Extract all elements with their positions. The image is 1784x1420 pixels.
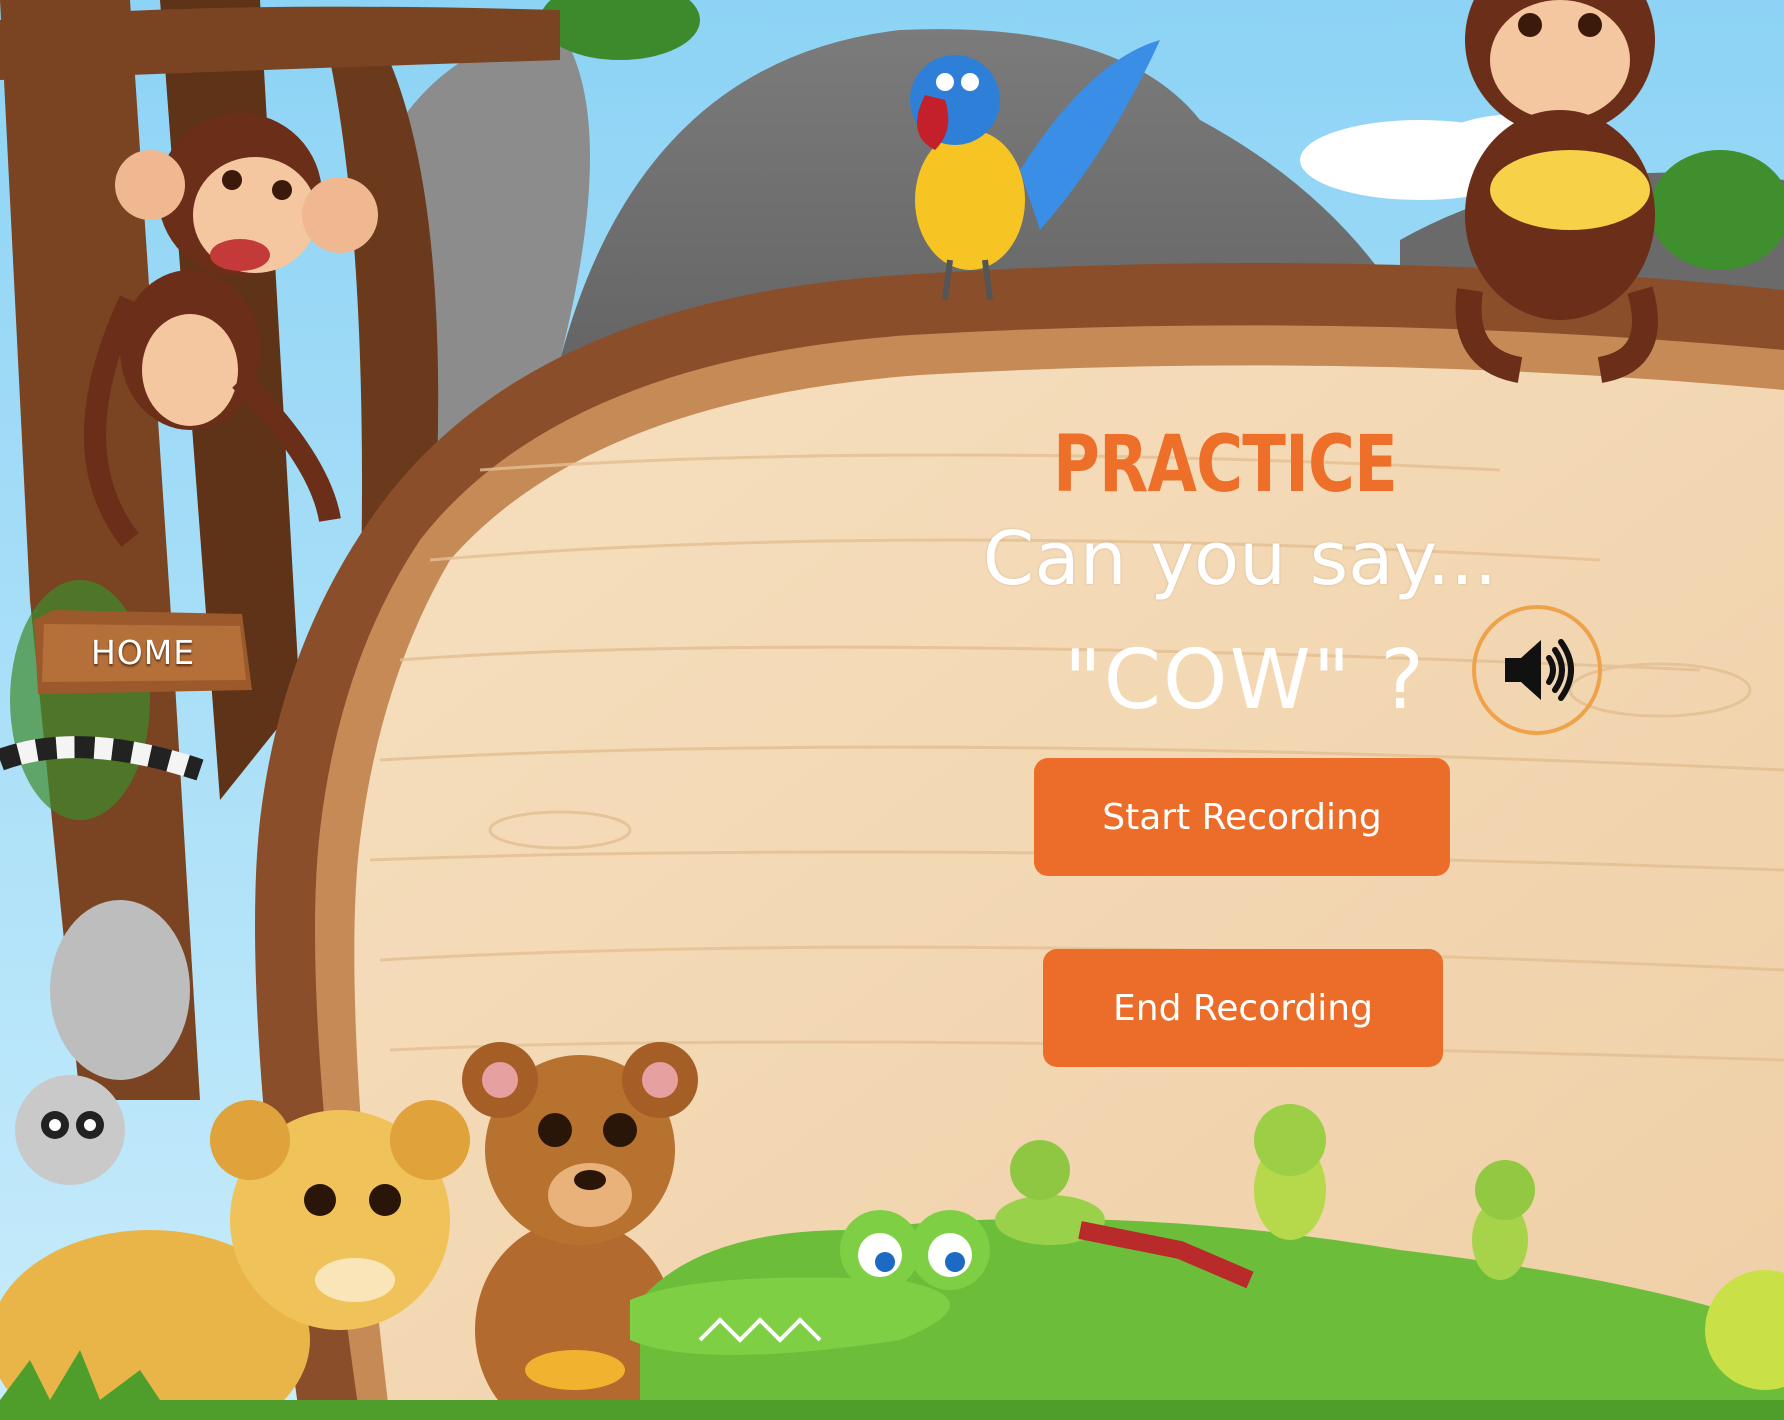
target-word: "COW" ?	[1064, 633, 1426, 728]
play-sound-button[interactable]	[1472, 605, 1602, 735]
home-label: HOME	[90, 632, 196, 672]
end-recording-button[interactable]: End Recording	[1043, 949, 1443, 1067]
prompt-text: Can you say...	[982, 516, 1498, 602]
home-button[interactable]: HOME	[34, 610, 252, 694]
section-title: PRACTICE	[1052, 420, 1398, 510]
speaker-icon	[1505, 639, 1574, 701]
start-recording-button[interactable]: Start Recording	[1034, 758, 1450, 876]
